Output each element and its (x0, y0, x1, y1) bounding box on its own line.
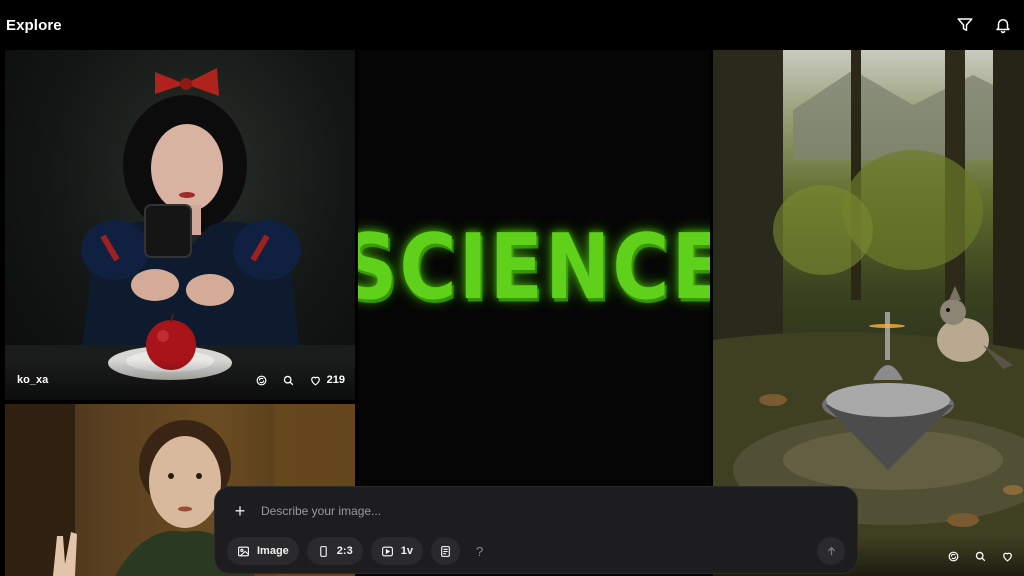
remix-icon[interactable] (947, 550, 960, 563)
version-button[interactable]: 1v (370, 537, 423, 565)
aspect-ratio-label: 2:3 (336, 545, 353, 557)
like-button[interactable]: 219 (309, 374, 345, 387)
mode-button[interactable]: Image (227, 537, 299, 565)
science-artwork-text: SCIENCE (358, 216, 710, 320)
tile-info-bar: ko_xa 219 (5, 360, 355, 400)
aspect-ratio-button[interactable]: 2:3 (306, 537, 363, 565)
bell-icon[interactable] (992, 14, 1014, 36)
document-button[interactable] (430, 537, 460, 565)
author-name[interactable]: ko_xa (17, 374, 48, 386)
search-icon[interactable] (282, 374, 295, 387)
page-title: Explore (6, 16, 62, 34)
send-button[interactable] (817, 537, 845, 565)
filter-icon[interactable] (954, 14, 976, 36)
like-count: 219 (326, 374, 345, 386)
feed-tile-science[interactable]: SCIENCE (358, 50, 710, 486)
document-icon (441, 545, 450, 557)
header-actions (954, 14, 1014, 36)
aspect-ratio-icon (320, 545, 327, 557)
prompt-bar: + Image 2:3 1v ? (214, 486, 858, 574)
heart-icon[interactable] (1001, 550, 1014, 563)
top-bar: Explore (0, 0, 1024, 50)
tile-actions: 219 (255, 374, 345, 387)
search-icon[interactable] (974, 550, 987, 563)
image-icon (238, 546, 249, 556)
tile-actions (947, 550, 1014, 563)
help-button[interactable]: ? (468, 544, 491, 559)
snow-white-image (5, 68, 355, 400)
prompt-row: + (227, 497, 845, 525)
plus-icon[interactable]: + (231, 501, 249, 522)
feed-tile-snow[interactable]: ko_xa 219 (5, 50, 355, 400)
prompt-input[interactable] (261, 504, 845, 518)
heart-icon (310, 376, 320, 386)
arrow-up-icon (827, 546, 835, 555)
version-label: 1v (400, 545, 413, 557)
mode-label: Image (257, 545, 289, 557)
play-square-icon (381, 546, 393, 556)
remix-icon[interactable] (255, 374, 268, 387)
prompt-options: Image 2:3 1v ? (227, 537, 845, 565)
